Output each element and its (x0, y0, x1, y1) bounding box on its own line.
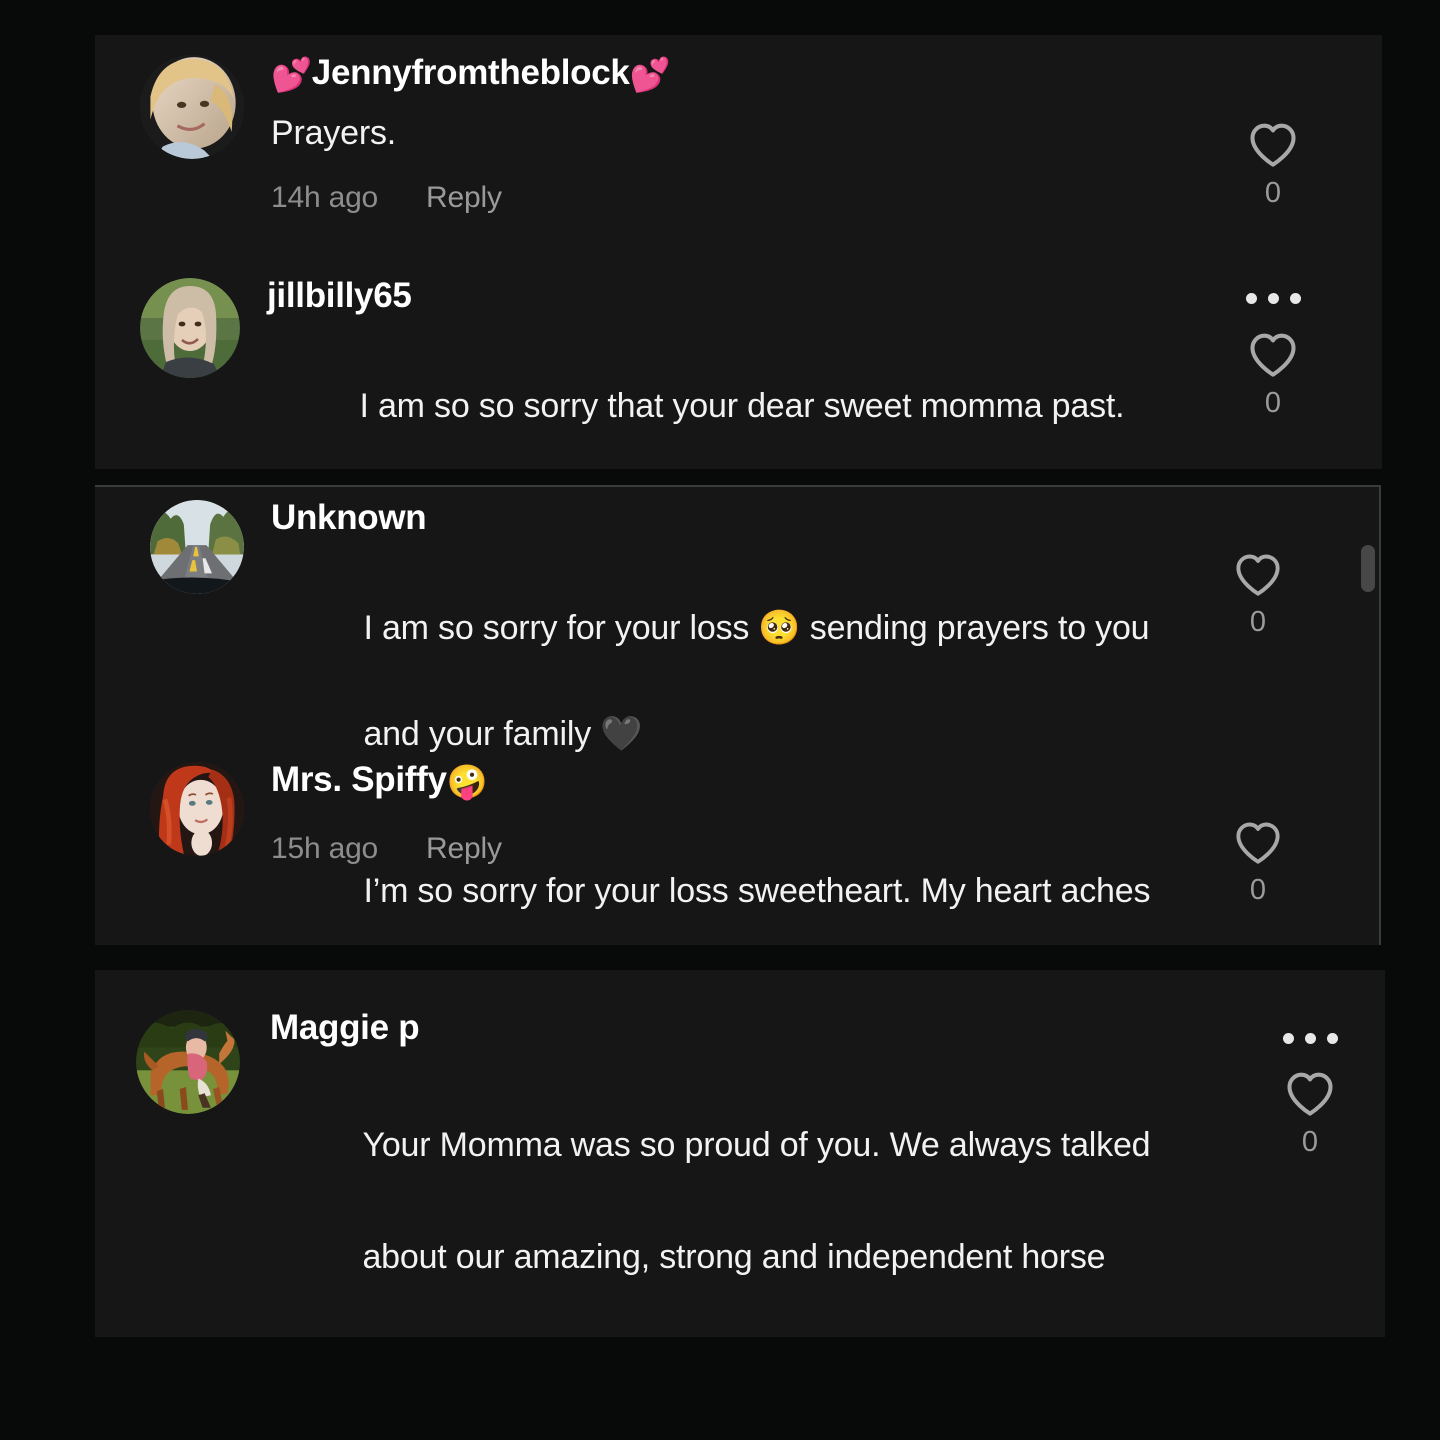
comment-actions: 0 (1265, 1028, 1355, 1159)
like-heart-icon[interactable] (1247, 121, 1299, 168)
comment-username[interactable]: jillbilly65 (267, 277, 1160, 315)
comment-text: Prayers. (271, 113, 396, 152)
avatar[interactable] (136, 1010, 240, 1114)
avatar[interactable] (150, 500, 244, 594)
comment-text-line: and your family 🖤 (363, 714, 643, 753)
comment-text-line: Your Momma was so proud of you. We alway… (362, 1125, 1151, 1164)
comment-actions: 0 (1228, 121, 1318, 210)
scrollbar-thumb[interactable] (1361, 545, 1375, 592)
zany-face-icon: 🤪 (446, 763, 488, 800)
comment-meta: 14h ago Reply (271, 181, 1140, 215)
comment-body: Mrs. Spiffy🤪 I’m so sorry for your loss … (271, 761, 1180, 945)
comment-item[interactable]: 💕Jennyfromtheblock💕 Prayers. 14h ago Rep… (140, 54, 1140, 215)
top-panel: 💕Jennyfromtheblock💕 Prayers. 14h ago Rep… (95, 35, 1382, 469)
avatar-image-road-through-trees (150, 500, 244, 594)
bottom-panel: Maggie p Your Momma was so proud of you.… (95, 970, 1385, 1337)
comment-body: jillbilly65 I am so so sorry that your d… (267, 277, 1160, 469)
pink-hearts-icon: 💕 (271, 56, 312, 93)
comment-actions: 0 (1213, 552, 1303, 639)
comment-item[interactable]: Maggie p Your Momma was so proud of you.… (136, 1009, 1196, 1337)
reply-button[interactable]: Reply (426, 181, 502, 215)
like-count: 0 (1249, 606, 1267, 638)
comment-body: Maggie p Your Momma was so proud of you.… (270, 1009, 1196, 1337)
comment-text-line: I’m so sorry for your loss sweetheart. M… (363, 871, 1151, 910)
like-heart-icon[interactable] (1284, 1070, 1336, 1117)
comment-text-line: about our amazing, strong and independen… (362, 1237, 1106, 1276)
comments-screen: 💕Jennyfromtheblock💕 Prayers. 14h ago Rep… (0, 0, 1440, 1440)
like-count: 0 (1264, 387, 1282, 419)
pink-hearts-icon: 💕 (629, 56, 671, 93)
comment-text-line: I am so so sorry that your dear sweet mo… (359, 386, 1125, 425)
like-heart-icon[interactable] (1233, 820, 1283, 865)
middle-panel-scrollable[interactable]: Unknown I am so sorry for your loss 🥺 se… (95, 485, 1381, 945)
avatar-image-woman-riding-horse (136, 1010, 240, 1114)
comment-actions: 0 (1228, 288, 1318, 420)
more-options-icon[interactable] (1282, 1028, 1338, 1048)
like-heart-icon[interactable] (1233, 552, 1283, 597)
comment-text: Your Momma was so proud of you. We alway… (270, 1061, 1196, 1337)
avatar-image-blonde-woman (140, 55, 244, 159)
avatar[interactable] (150, 762, 244, 856)
avatar-image-red-haired-woman (150, 762, 244, 856)
like-heart-icon[interactable] (1247, 331, 1299, 378)
like-count: 0 (1301, 1126, 1319, 1158)
comment-item[interactable]: jillbilly65 I am so so sorry that your d… (140, 277, 1160, 469)
like-count: 0 (1249, 874, 1267, 906)
avatar[interactable] (140, 278, 240, 378)
avatar[interactable] (140, 55, 244, 159)
comment-username[interactable]: Mrs. Spiffy🤪 (271, 761, 1180, 800)
comment-username[interactable]: 💕Jennyfromtheblock💕 (271, 54, 1140, 93)
comment-actions: 0 (1213, 820, 1303, 907)
avatar-image-woman-outdoors (140, 278, 240, 378)
comment-text-line: I am so sorry for your loss 🥺 sending pr… (363, 608, 1150, 647)
like-count: 0 (1264, 177, 1282, 209)
comment-username[interactable]: Unknown (271, 499, 1180, 537)
comment-timestamp: 14h ago (271, 180, 379, 214)
comment-item[interactable]: Mrs. Spiffy🤪 I’m so sorry for your loss … (150, 761, 1180, 945)
comment-text: I am so so sorry that your dear sweet mo… (267, 327, 1160, 469)
comment-username[interactable]: Maggie p (270, 1009, 1196, 1047)
comment-text: I’m so sorry for your loss sweetheart. M… (271, 812, 1180, 945)
comment-body: 💕Jennyfromtheblock💕 Prayers. 14h ago Rep… (271, 54, 1140, 215)
more-options-icon[interactable] (1245, 288, 1301, 308)
